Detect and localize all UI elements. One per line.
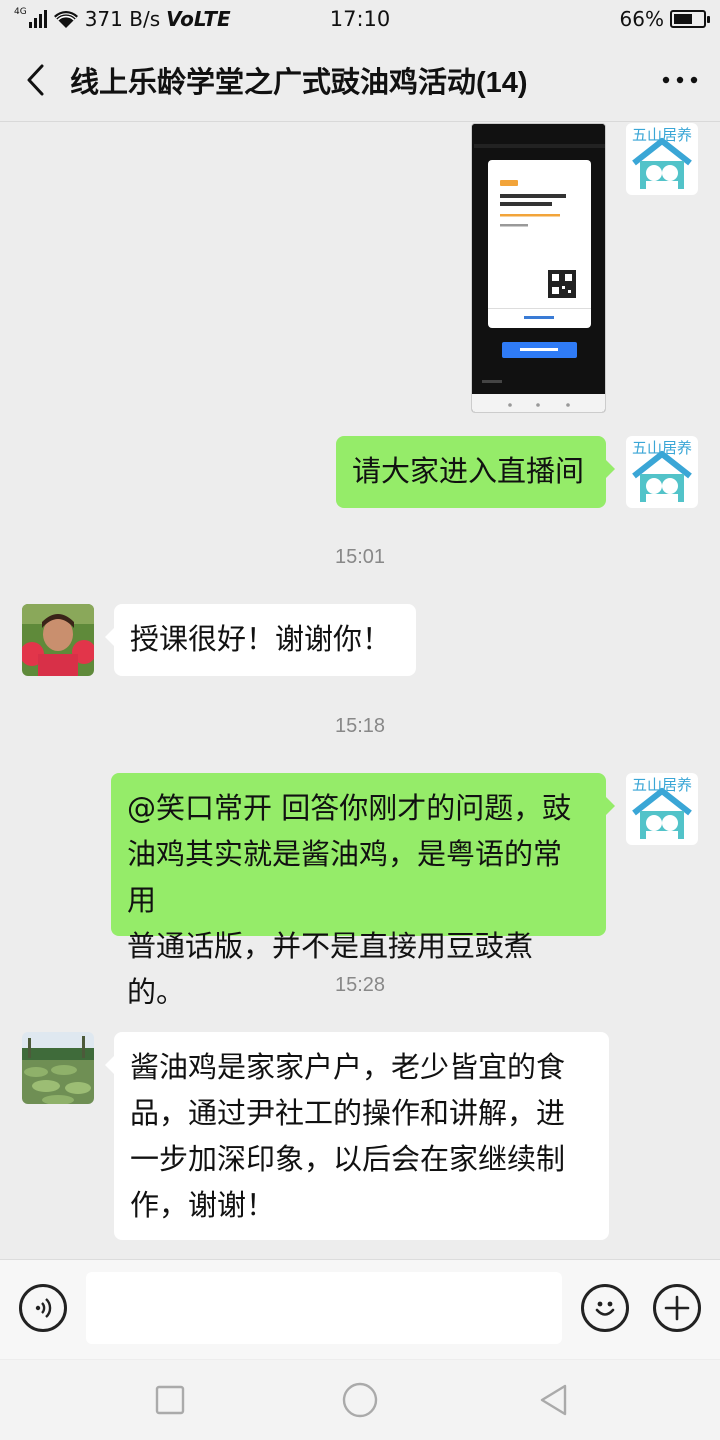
message-line: 一步加深印象，以后会在家继续制 — [130, 1142, 566, 1176]
status-left: 4G 371 B/s VoLTE — [14, 7, 314, 31]
recent-apps-button[interactable] — [150, 1380, 190, 1420]
avatar-self[interactable]: 五山居养 — [626, 123, 698, 195]
message-line: 油鸡其实就是酱油鸡，是粤语的常用 — [127, 837, 563, 917]
battery-percent: 66% — [619, 7, 664, 31]
title-bar: 线上乐龄学堂之广式豉油鸡活动(14) — [0, 38, 720, 122]
status-bar: 4G 371 B/s VoLTE 17:10 66% — [0, 0, 720, 38]
message-bubble-self[interactable]: 请大家进入直播间 — [336, 436, 615, 508]
system-back-button[interactable] — [534, 1380, 574, 1420]
emoji-button[interactable] — [581, 1284, 629, 1332]
message-text: 请大家进入直播间 — [352, 454, 585, 488]
lotus-pond-avatar — [22, 1032, 94, 1104]
avatar-self[interactable]: 五山居养 — [626, 773, 698, 845]
avatar-self[interactable]: 五山居养 — [626, 436, 698, 508]
battery-icon — [670, 10, 710, 28]
chat-area[interactable]: 五山居养 请大家进入直播间 五山居养 15:01 授课很好！谢谢你！ 15:18… — [0, 123, 720, 1259]
triangle-back-icon — [540, 1384, 567, 1416]
message-line: 酱油鸡是家家户户，老少皆宜的食 — [130, 1050, 566, 1084]
voice-button[interactable] — [19, 1284, 67, 1332]
live-stream-screenshot-image[interactable] — [471, 123, 606, 413]
message-line: 普通话版，并不是直接用豆豉煮的。 — [127, 929, 534, 1009]
avatar-other[interactable] — [22, 1032, 94, 1104]
message-input[interactable] — [86, 1272, 562, 1344]
avatar-other[interactable] — [22, 604, 94, 676]
screenshot-graphic — [472, 124, 605, 412]
message-line: 品，通过尹社工的操作和讲解，进 — [130, 1096, 566, 1130]
status-right: 66% — [619, 7, 710, 31]
chevron-left-icon — [27, 64, 44, 95]
more-functions-button[interactable] — [653, 1284, 701, 1332]
input-bar — [0, 1259, 720, 1359]
square-icon — [155, 1385, 185, 1415]
timestamp: 15:28 — [334, 974, 386, 996]
message-bubble-other[interactable]: 授课很好！谢谢你！ — [105, 604, 416, 676]
wushan-logo-icon: 五山居养 — [626, 773, 698, 845]
message-line: @笑口常开 回答你刚才的问题，豉 — [127, 791, 572, 825]
user-photo-avatar — [22, 604, 94, 676]
timestamp: 15:01 — [334, 546, 386, 568]
emoji-icon — [595, 1301, 615, 1316]
battery-fill — [674, 14, 693, 24]
message-text: 授课很好！谢谢你！ — [130, 622, 392, 656]
volte-label: VoLTE — [166, 7, 231, 31]
network-speed: 371 B/s — [84, 7, 161, 31]
wifi-icon — [53, 11, 78, 28]
message-line: 作，谢谢！ — [130, 1188, 276, 1222]
message-bubble-self[interactable]: @笑口常开 回答你刚才的问题，豉 油鸡其实就是酱油鸡，是粤语的常用 普通话版，并… — [111, 773, 615, 1009]
wushan-logo-icon: 五山居养 — [626, 436, 698, 508]
network-type: 4G — [14, 7, 27, 17]
chat-title: 线上乐龄学堂之广式豉油鸡活动(14) — [70, 66, 528, 99]
circle-icon — [342, 1382, 378, 1418]
voice-icon — [35, 1298, 52, 1318]
back-button[interactable] — [0, 38, 70, 122]
plus-icon — [664, 1295, 690, 1321]
home-button[interactable] — [340, 1380, 380, 1420]
more-button[interactable] — [640, 38, 720, 122]
system-nav-bar — [0, 1360, 720, 1440]
timestamp: 15:18 — [334, 715, 386, 737]
wushan-logo-icon: 五山居养 — [626, 123, 698, 195]
signal-icon — [28, 10, 47, 28]
more-dots-icon — [662, 76, 698, 83]
message-bubble-other[interactable]: 酱油鸡是家家户户，老少皆宜的食 品，通过尹社工的操作和讲解，进 一步加深印象，以… — [105, 1032, 609, 1240]
